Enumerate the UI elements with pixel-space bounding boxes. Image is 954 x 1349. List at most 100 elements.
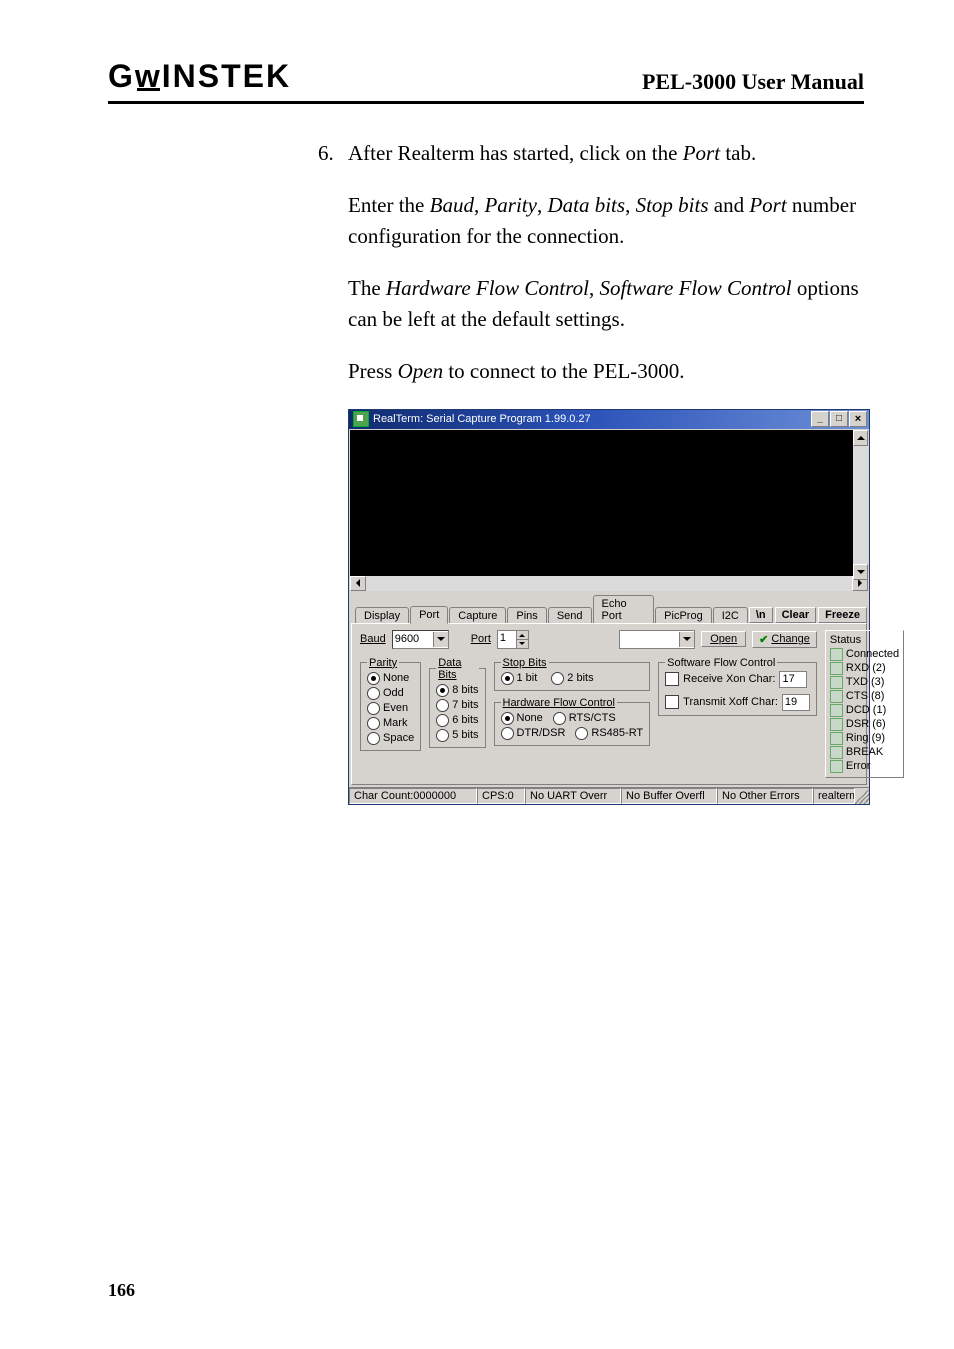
status-panel: Status Connected RXD (2) TXD (3) CTS (8)… [825, 630, 904, 778]
vertical-scrollbar[interactable] [853, 430, 868, 576]
led-rxd: RXD (2) [830, 662, 899, 675]
step-6: 6. After Realterm has started, click on … [318, 138, 864, 168]
paragraph-config: Enter the Baud, Parity, Data bits, Stop … [348, 190, 864, 251]
sfc-legend: Software Flow Control [665, 657, 777, 669]
tab-i2c[interactable]: I2C [713, 607, 748, 623]
parity-legend: Parity [367, 657, 399, 669]
hfc-dtrdsr-radio[interactable]: DTR/DSR [501, 727, 566, 740]
extra-combo[interactable] [619, 630, 695, 649]
port-label: Port [471, 633, 491, 645]
status-charcount: Char Count:0000000 [349, 788, 477, 804]
paragraph-open: Press Open to connect to the PEL-3000. [348, 356, 864, 386]
step-text: After Realterm has started, click on the… [348, 138, 756, 168]
realterm-window: RealTerm: Serial Capture Program 1.99.0.… [348, 409, 870, 805]
databits-legend: Data Bits [436, 657, 478, 681]
status-url: realterm.sourceforge.net [813, 788, 855, 804]
hfc-rtscts-radio[interactable]: RTS/CTS [553, 712, 616, 725]
led-cts: CTS (8) [830, 690, 899, 703]
status-cps: CPS:0 [477, 788, 525, 804]
port-tab-panel: Baud Port Open [351, 623, 867, 785]
minimize-button[interactable]: _ [811, 411, 829, 427]
led-error: Error [830, 760, 899, 773]
spin-up-icon[interactable] [516, 631, 528, 640]
clear-button[interactable]: Clear [775, 607, 817, 623]
spin-down-icon[interactable] [516, 640, 528, 648]
dropdown-icon[interactable] [679, 632, 694, 647]
tab-pins[interactable]: Pins [507, 607, 546, 623]
led-txd: TXD (3) [830, 676, 899, 689]
databits-5-radio[interactable]: 5 bits [436, 729, 478, 742]
paragraph-flowcontrol: The Hardware Flow Control, Software Flow… [348, 273, 864, 334]
port-input[interactable] [498, 631, 516, 646]
scroll-up-icon[interactable] [853, 430, 868, 446]
sfc-transmit-row: Transmit Xoff Char: [665, 694, 810, 711]
change-button[interactable]: ✔Change [752, 631, 817, 648]
parity-none-radio[interactable]: None [367, 672, 414, 685]
hfc-legend: Hardware Flow Control [501, 697, 617, 709]
maximize-button[interactable]: □ [830, 411, 848, 427]
tab-capture[interactable]: Capture [449, 607, 506, 623]
freeze-button[interactable]: Freeze [818, 607, 867, 623]
step-number: 6. [318, 138, 348, 168]
hfc-rs485-radio[interactable]: RS485-RT [575, 727, 643, 740]
tab-picprog[interactable]: PicProg [655, 607, 712, 623]
status-uart: No UART Overr [525, 788, 621, 804]
page-number: 166 [108, 1280, 135, 1301]
stopbits-2-radio[interactable]: 2 bits [551, 672, 593, 685]
port-spinner[interactable] [497, 630, 529, 649]
baud-input[interactable] [393, 632, 433, 647]
newline-button[interactable]: \n [749, 607, 773, 623]
databits-7-radio[interactable]: 7 bits [436, 699, 478, 712]
xoff-char-input[interactable] [782, 694, 810, 711]
window-statusbar: Char Count:0000000 CPS:0 No UART Overr N… [349, 787, 869, 804]
parity-odd-radio[interactable]: Odd [367, 687, 414, 700]
databits-6-radio[interactable]: 6 bits [436, 714, 478, 727]
close-button[interactable]: × [849, 411, 867, 427]
brand-logo: GwINSTEK [108, 58, 291, 95]
stopbits-legend: Stop Bits [501, 657, 549, 669]
xon-char-input[interactable] [779, 671, 807, 688]
sfc-receive-row: Receive Xon Char: [665, 671, 810, 688]
sfc-receive-checkbox[interactable] [665, 672, 679, 686]
databits-8-radio[interactable]: 8 bits [436, 684, 478, 697]
led-dcd: DCD (1) [830, 704, 899, 717]
window-titlebar[interactable]: RealTerm: Serial Capture Program 1.99.0.… [349, 410, 869, 429]
parity-mark-radio[interactable]: Mark [367, 717, 414, 730]
tab-port[interactable]: Port [410, 606, 448, 624]
tab-send[interactable]: Send [548, 607, 592, 623]
scroll-down-icon[interactable] [853, 564, 868, 580]
sfc-transmit-checkbox[interactable] [665, 695, 679, 709]
resize-grip-icon[interactable] [855, 788, 869, 804]
tab-display[interactable]: Display [355, 607, 409, 623]
led-ring: Ring (9) [830, 732, 899, 745]
dropdown-icon[interactable] [433, 632, 448, 647]
hfc-group: Hardware Flow Control None RTS/CTS DTR/D… [494, 697, 651, 746]
status-header: Status [830, 634, 899, 646]
hfc-none-radio[interactable]: None [501, 712, 543, 725]
horizontal-scrollbar[interactable] [350, 576, 868, 591]
databits-group: Data Bits 8 bits 7 bits 6 bits 5 bits [429, 657, 485, 748]
page-header: GwINSTEK PEL-3000 User Manual [108, 58, 864, 104]
led-dsr: DSR (6) [830, 718, 899, 731]
baud-combo[interactable] [392, 630, 449, 649]
terminal-viewport[interactable] [350, 430, 868, 576]
open-button[interactable]: Open [701, 631, 746, 647]
parity-even-radio[interactable]: Even [367, 702, 414, 715]
led-connected: Connected [830, 648, 899, 661]
window-title: RealTerm: Serial Capture Program 1.99.0.… [373, 413, 591, 425]
status-buffer: No Buffer Overfl [621, 788, 717, 804]
status-other: No Other Errors [717, 788, 813, 804]
doc-title: PEL-3000 User Manual [642, 69, 864, 95]
led-break: BREAK [830, 746, 899, 759]
parity-group: Parity None Odd Even Mark Space [360, 657, 421, 751]
check-icon: ✔ [759, 633, 768, 646]
tab-row: Display Port Capture Pins Send Echo Port… [349, 593, 869, 623]
parity-space-radio[interactable]: Space [367, 732, 414, 745]
scroll-left-icon[interactable] [350, 576, 366, 591]
stopbits-group: Stop Bits 1 bit 2 bits [494, 657, 651, 691]
sfc-group: Software Flow Control Receive Xon Char: … [658, 657, 817, 716]
stopbits-1-radio[interactable]: 1 bit [501, 672, 538, 685]
tab-echoport[interactable]: Echo Port [593, 595, 655, 623]
app-icon [353, 411, 369, 427]
baud-label: Baud [360, 633, 386, 645]
